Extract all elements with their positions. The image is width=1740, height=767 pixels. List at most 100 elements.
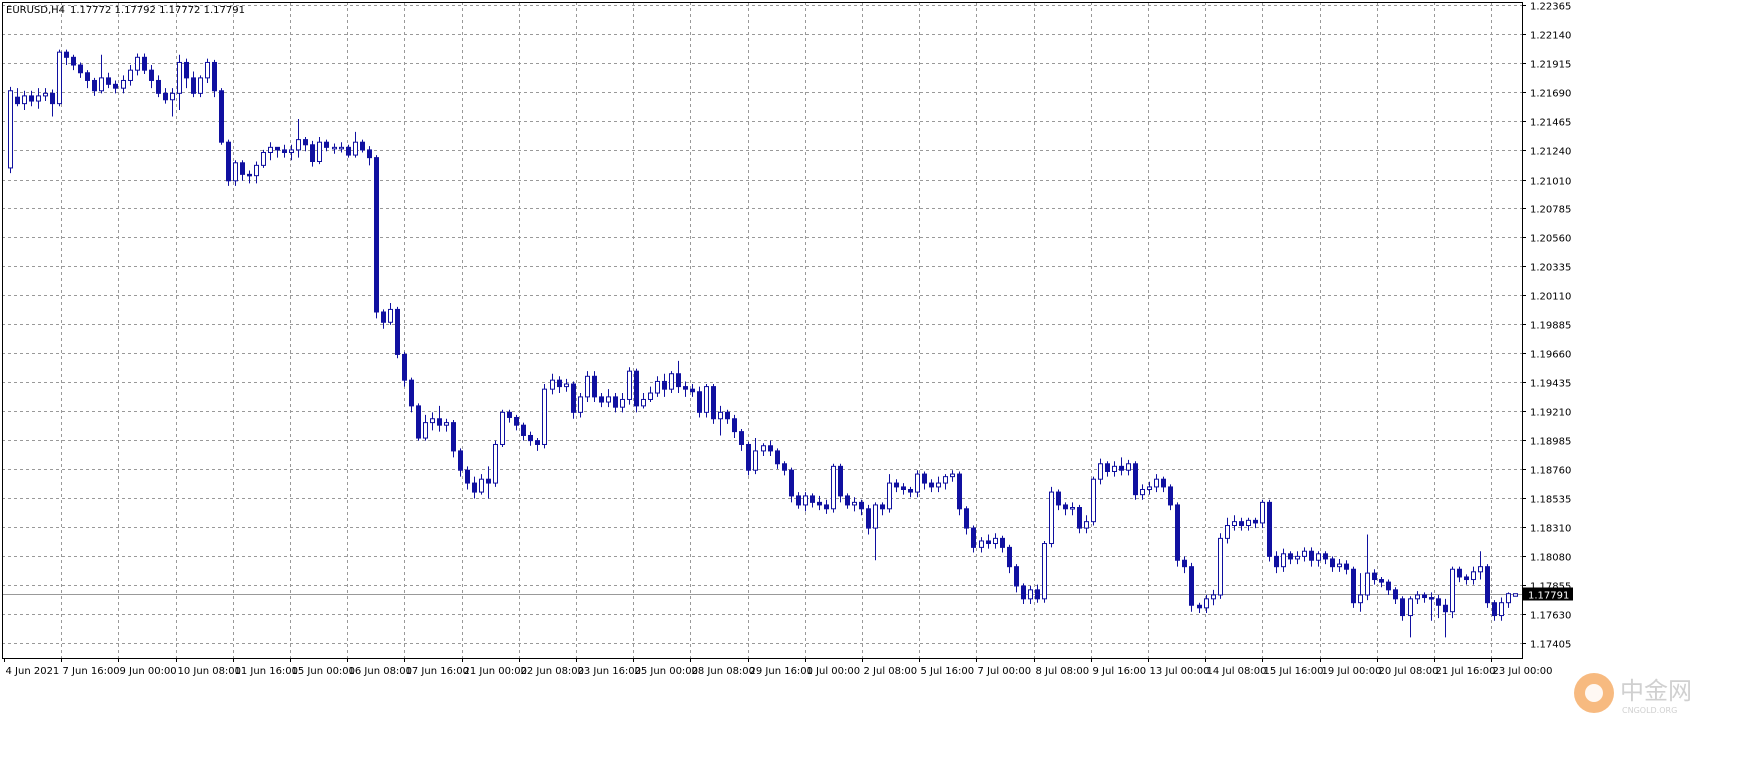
candle-body-bear bbox=[739, 431, 744, 445]
candle-body-bear bbox=[346, 146, 351, 156]
candle-body-bear bbox=[1492, 602, 1497, 617]
candle-body-bull bbox=[585, 375, 590, 398]
candle-body-bear bbox=[275, 146, 280, 151]
candle-body-bull bbox=[254, 164, 259, 177]
candle-body-bull bbox=[852, 501, 857, 506]
candle-body-bull bbox=[170, 92, 175, 101]
candle-body-bull bbox=[296, 139, 301, 151]
candle-body-bull bbox=[1204, 598, 1209, 609]
y-tick-label: 1.19885 bbox=[1530, 321, 1571, 332]
candle-body-bear bbox=[866, 508, 871, 529]
y-tick-label: 1.18535 bbox=[1530, 495, 1571, 506]
candle-body-bear bbox=[142, 56, 147, 71]
candle-body-bear bbox=[782, 463, 787, 471]
chart-root[interactable]: 1.22365 1.22140 1.21915 1.21690 1.21465 1.212… bbox=[0, 0, 1740, 763]
candle-body-bear bbox=[535, 440, 540, 445]
candle-body-bull bbox=[1506, 593, 1511, 604]
candle-body-bear bbox=[240, 162, 245, 175]
candle-body-bull bbox=[1281, 553, 1286, 568]
candle-body-bear bbox=[226, 141, 231, 182]
candle-body-bear bbox=[409, 379, 414, 407]
candle-body-bear bbox=[1330, 558, 1335, 568]
candle-body-bull bbox=[1028, 589, 1033, 600]
candle-body-bear bbox=[1344, 563, 1349, 570]
candle-body-bear bbox=[78, 64, 83, 74]
y-tick-label: 1.21915 bbox=[1530, 60, 1571, 71]
candle-body-bull bbox=[121, 79, 126, 89]
candle-body-bear bbox=[310, 144, 315, 162]
candle-body-bear bbox=[465, 469, 470, 484]
candle bbox=[219, 88, 224, 145]
candle-body-bull bbox=[1365, 572, 1370, 596]
candle-body-bull bbox=[936, 482, 941, 488]
candle-body-bull bbox=[339, 146, 344, 150]
candle-body-bear bbox=[324, 141, 329, 148]
candle-body-bear bbox=[219, 90, 224, 143]
x-tick-label: 15 Jul 16:00 bbox=[1264, 666, 1324, 677]
candle-body-bear bbox=[1035, 589, 1040, 600]
candle-body-bear bbox=[1007, 546, 1012, 568]
candle-body-bull bbox=[8, 90, 13, 169]
candle bbox=[1175, 502, 1180, 567]
candle-body-bear bbox=[50, 92, 55, 105]
y-tick-label: 1.18760 bbox=[1530, 466, 1571, 477]
y-tick-label: 1.18080 bbox=[1530, 553, 1571, 564]
candle-body-bear bbox=[184, 61, 189, 79]
candle-body-bear bbox=[458, 450, 463, 471]
y-tick-label: 1.22140 bbox=[1530, 31, 1571, 42]
y-tick-label: 1.17405 bbox=[1530, 640, 1571, 651]
x-tick-label: 2 Jul 08:00 bbox=[864, 666, 918, 677]
candle-body-bull bbox=[943, 476, 948, 484]
candle-body-bull bbox=[1211, 594, 1216, 600]
candle-body-bull bbox=[1450, 568, 1455, 613]
candle-body-bear bbox=[1464, 576, 1469, 581]
candle-body-bear bbox=[1239, 521, 1244, 527]
watermark-logo: 中金网 CNGOLD.ORG bbox=[1574, 673, 1692, 715]
candle bbox=[1049, 486, 1054, 548]
candle-body-bear bbox=[929, 482, 934, 488]
candle-body-bear bbox=[908, 488, 913, 493]
candlestick-chart[interactable]: 1.22365 1.22140 1.21915 1.21690 1.21465 1.212… bbox=[0, 0, 1740, 763]
candle-body-bull bbox=[1358, 594, 1363, 604]
candle-body-bull bbox=[36, 95, 41, 102]
watermark-text: 中金网 bbox=[1620, 677, 1692, 705]
candle-body-bear bbox=[472, 482, 477, 493]
candle-body-bull bbox=[1049, 491, 1054, 545]
candle-body-bear bbox=[859, 501, 864, 510]
candle-body-bull bbox=[233, 162, 238, 182]
candle-body-bull bbox=[1499, 602, 1504, 617]
x-tick-label: 25 Jun 00:00 bbox=[635, 666, 699, 677]
candle-body-bull bbox=[268, 146, 273, 153]
candle-body-bull bbox=[803, 495, 808, 506]
candle-body-bear bbox=[1014, 566, 1019, 587]
candle-body-bear bbox=[1253, 519, 1258, 524]
candle-body-bull bbox=[332, 146, 337, 150]
candle-body-bear bbox=[15, 96, 20, 105]
candle-body-bull bbox=[423, 422, 428, 439]
candle-body-bull bbox=[993, 537, 998, 545]
x-tick-label: 20 Jul 08:00 bbox=[1379, 666, 1439, 677]
y-tick-label: 1.21690 bbox=[1530, 89, 1571, 100]
candle-body-bear bbox=[528, 434, 533, 442]
candle-body-bear bbox=[514, 416, 519, 426]
x-tick-label: 8 Jul 08:00 bbox=[1036, 666, 1090, 677]
candle-body-bull bbox=[1232, 521, 1237, 527]
candle-body-bear bbox=[592, 375, 597, 398]
candle-body-bear bbox=[571, 383, 576, 413]
candle-body-bull bbox=[1225, 525, 1230, 539]
candle-body-bear bbox=[557, 379, 562, 388]
candle bbox=[261, 149, 266, 168]
candle-body-bear bbox=[416, 405, 421, 439]
candle-body-bull bbox=[542, 388, 547, 445]
y-tick-label: 1.22365 bbox=[1530, 2, 1571, 13]
candle-body-bear bbox=[1323, 553, 1328, 560]
candle-body-bear bbox=[964, 508, 969, 529]
candle-body-bear bbox=[1429, 597, 1434, 600]
candle-body-bull bbox=[1471, 571, 1476, 581]
y-tick-label: 1.20785 bbox=[1530, 205, 1571, 216]
candle-body-bull bbox=[1260, 501, 1265, 524]
y-tick-label: 1.20560 bbox=[1530, 234, 1571, 245]
candle bbox=[1485, 564, 1490, 608]
candle-body-bear bbox=[1000, 537, 1005, 548]
candle-body-bear bbox=[1056, 491, 1061, 506]
